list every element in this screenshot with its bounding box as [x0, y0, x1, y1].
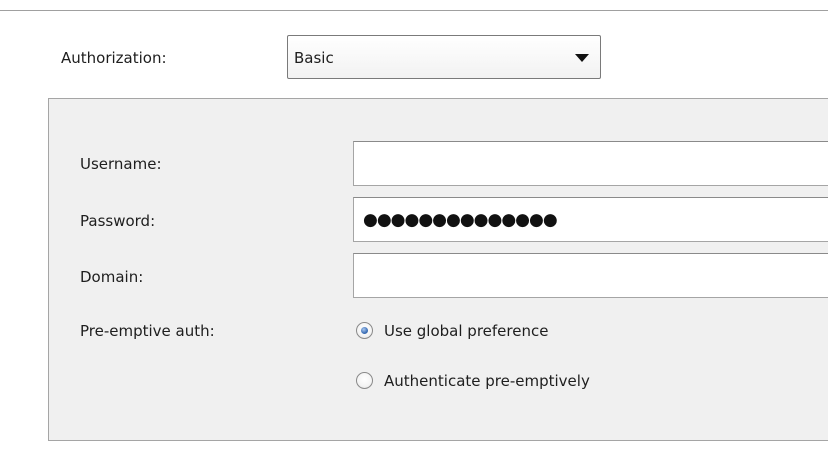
radio-selected-icon[interactable]: [356, 322, 373, 339]
radio-unselected-icon[interactable]: [356, 372, 373, 389]
radio-dot-icon: [361, 327, 368, 334]
radio-authenticate-preemptively-label[interactable]: Authenticate pre-emptively: [384, 369, 590, 393]
authorization-selected-value: Basic: [294, 49, 334, 67]
domain-label: Domain:: [80, 268, 144, 286]
password-field[interactable]: ●●●●●●●●●●●●●●: [353, 197, 828, 242]
domain-field[interactable]: [353, 253, 828, 298]
password-masked-value: ●●●●●●●●●●●●●●: [363, 210, 558, 230]
authorization-select[interactable]: Basic: [287, 35, 601, 79]
password-label: Password:: [80, 212, 156, 230]
username-label: Username:: [80, 155, 162, 173]
top-divider: [0, 10, 828, 11]
chevron-down-icon[interactable]: [575, 54, 589, 62]
authorization-label: Authorization:: [61, 49, 167, 67]
radio-use-global-preference-label[interactable]: Use global preference: [384, 319, 548, 343]
username-field[interactable]: [353, 141, 828, 186]
preemptive-auth-label: Pre-emptive auth:: [80, 322, 215, 340]
